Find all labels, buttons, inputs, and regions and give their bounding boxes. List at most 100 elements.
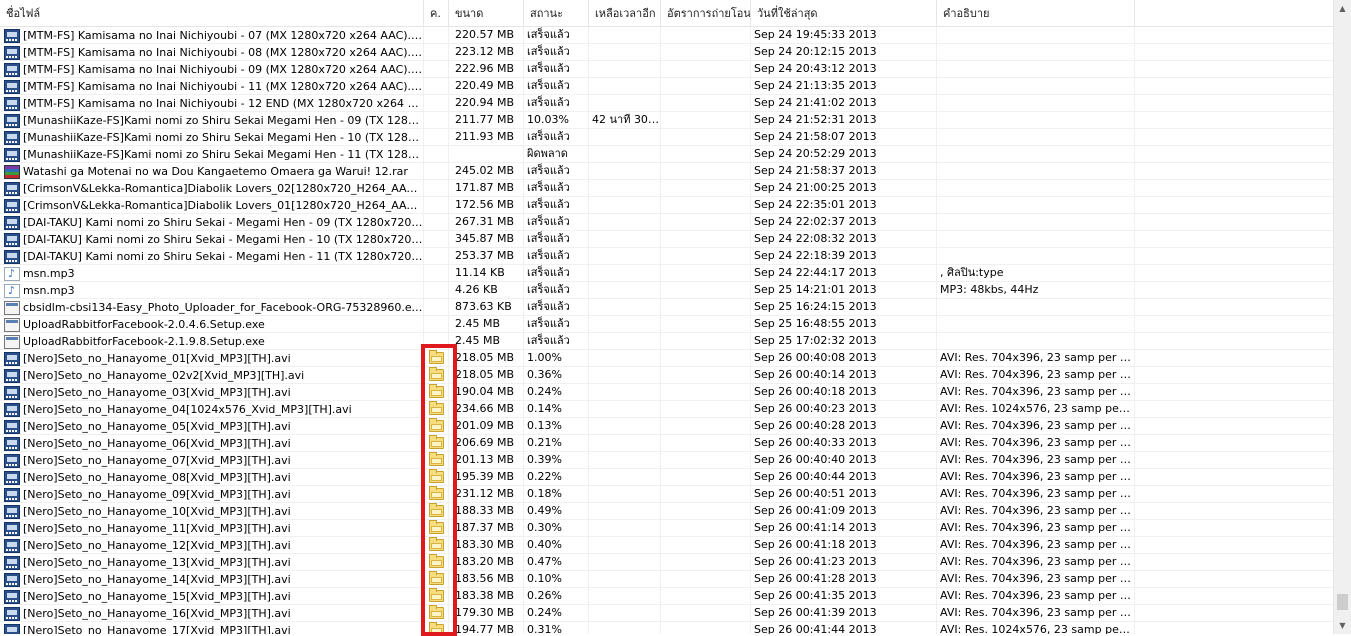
file-name-cell[interactable]: [DAI-TAKU] Kami nomi zo Shiru Sekai - Me… [0, 231, 424, 248]
scroll-thumb[interactable] [1337, 594, 1348, 610]
table-row[interactable]: [Nero]Seto_no_Hanayome_09[Xvid_MP3][TH].… [0, 486, 1333, 503]
table-row[interactable]: [CrimsonV&Lekka-Romantica]Diabolik Lover… [0, 180, 1333, 197]
table-row[interactable]: [Nero]Seto_no_Hanayome_06[Xvid_MP3][TH].… [0, 435, 1333, 452]
table-row[interactable]: UploadRabbitforFacebook-2.0.4.6.Setup.ex… [0, 316, 1333, 333]
table-row[interactable]: msn.mp3 11.14 KBเสร็จแล้ว Sep 24 22:44:17 … [0, 265, 1333, 282]
file-name-cell[interactable]: [DAI-TAKU] Kami nomi zo Shiru Sekai - Me… [0, 248, 424, 265]
column-header-description[interactable]: คำอธิบาย [937, 0, 1135, 26]
table-row[interactable]: [Nero]Seto_no_Hanayome_02v2[Xvid_MP3][TH… [0, 367, 1333, 384]
column-header-last-used[interactable]: วันที่ใช้ล่าสุด [751, 0, 937, 26]
table-row[interactable]: [Nero]Seto_no_Hanayome_14[Xvid_MP3][TH].… [0, 571, 1333, 588]
column-header-transfer-rate[interactable]: อัตราการถ่ายโอน [661, 0, 751, 26]
file-name-cell[interactable]: [MTM-FS] Kamisama no Inai Nichiyoubi - 0… [0, 61, 424, 78]
table-row[interactable]: [MTM-FS] Kamisama no Inai Nichiyoubi - 1… [0, 78, 1333, 95]
file-name-cell[interactable]: [Nero]Seto_no_Hanayome_11[Xvid_MP3][TH].… [0, 520, 424, 537]
file-name: [DAI-TAKU] Kami nomi zo Shiru Sekai - Me… [23, 215, 423, 229]
scroll-down-arrow-icon[interactable]: ▼ [1334, 617, 1351, 634]
file-name-cell[interactable]: [Nero]Seto_no_Hanayome_10[Xvid_MP3][TH].… [0, 503, 424, 520]
column-header-category[interactable]: ค. [424, 0, 449, 26]
file-name-cell[interactable]: [DAI-TAKU] Kami nomi zo Shiru Sekai - Me… [0, 214, 424, 231]
column-header-name[interactable]: ชื่อไฟล์ [0, 0, 424, 26]
table-row[interactable]: [MTM-FS] Kamisama no Inai Nichiyoubi - 0… [0, 61, 1333, 78]
file-name-cell[interactable]: [Nero]Seto_no_Hanayome_07[Xvid_MP3][TH].… [0, 452, 424, 469]
file-name-cell[interactable]: [Nero]Seto_no_Hanayome_02v2[Xvid_MP3][TH… [0, 367, 424, 384]
transfer-rate [661, 571, 751, 588]
table-row[interactable]: [CrimsonV&Lekka-Romantica]Diabolik Lover… [0, 197, 1333, 214]
download-list[interactable]: ชื่อไฟล์ ค. ขนาด สถานะ เหลือเวลาอีก อัตร… [0, 0, 1333, 634]
file-name-cell[interactable]: UploadRabbitforFacebook-2.0.4.6.Setup.ex… [0, 316, 424, 333]
file-name-cell[interactable]: [Nero]Seto_no_Hanayome_17[Xvid_MP3][TH].… [0, 622, 424, 634]
table-row[interactable]: [Nero]Seto_no_Hanayome_05[Xvid_MP3][TH].… [0, 418, 1333, 435]
file-name-cell[interactable]: cbsidlm-cbsi134-Easy_Photo_Uploader_for_… [0, 299, 424, 316]
table-row[interactable]: [Nero]Seto_no_Hanayome_01[Xvid_MP3][TH].… [0, 350, 1333, 367]
table-row[interactable]: [MunashiiKaze-FS]Kami nomi zo Shiru Seka… [0, 146, 1333, 163]
file-name-cell[interactable]: [MunashiiKaze-FS]Kami nomi zo Shiru Seka… [0, 146, 424, 163]
table-row[interactable]: [Nero]Seto_no_Hanayome_11[Xvid_MP3][TH].… [0, 520, 1333, 537]
column-header-size[interactable]: ขนาด [449, 0, 524, 26]
file-name-cell[interactable]: [MTM-FS] Kamisama no Inai Nichiyoubi - 1… [0, 95, 424, 112]
table-row[interactable]: cbsidlm-cbsi134-Easy_Photo_Uploader_for_… [0, 299, 1333, 316]
file-name-cell[interactable]: [MTM-FS] Kamisama no Inai Nichiyoubi - 0… [0, 27, 424, 44]
file-name-cell[interactable]: [Nero]Seto_no_Hanayome_08[Xvid_MP3][TH].… [0, 469, 424, 486]
table-row[interactable]: [Nero]Seto_no_Hanayome_12[Xvid_MP3][TH].… [0, 537, 1333, 554]
table-row[interactable]: UploadRabbitforFacebook-2.1.9.8.Setup.ex… [0, 333, 1333, 350]
video-file-icon [4, 521, 20, 536]
download-status: เสร็จแล้ว [524, 299, 589, 316]
category-cell [424, 333, 449, 350]
table-row[interactable]: [Nero]Seto_no_Hanayome_03[Xvid_MP3][TH].… [0, 384, 1333, 401]
file-name-cell[interactable]: [MTM-FS] Kamisama no Inai Nichiyoubi - 0… [0, 44, 424, 61]
category-cell [424, 112, 449, 129]
table-row[interactable]: [Nero]Seto_no_Hanayome_10[Xvid_MP3][TH].… [0, 503, 1333, 520]
transfer-rate [661, 146, 751, 163]
file-name-cell[interactable]: [Nero]Seto_no_Hanayome_05[Xvid_MP3][TH].… [0, 418, 424, 435]
column-header-time-left[interactable]: เหลือเวลาอีก [589, 0, 661, 26]
file-description: MP3: 48kbs, 44Hz [937, 282, 1135, 299]
file-name-cell[interactable]: [MunashiiKaze-FS]Kami nomi zo Shiru Seka… [0, 129, 424, 146]
file-name-cell[interactable]: [Nero]Seto_no_Hanayome_13[Xvid_MP3][TH].… [0, 554, 424, 571]
scroll-up-arrow-icon[interactable]: ▲ [1334, 0, 1351, 17]
table-row[interactable]: [Nero]Seto_no_Hanayome_04[1024x576_Xvid_… [0, 401, 1333, 418]
file-name-cell[interactable]: [CrimsonV&Lekka-Romantica]Diabolik Lover… [0, 180, 424, 197]
file-name-cell[interactable]: [Nero]Seto_no_Hanayome_12[Xvid_MP3][TH].… [0, 537, 424, 554]
table-row[interactable]: [Nero]Seto_no_Hanayome_08[Xvid_MP3][TH].… [0, 469, 1333, 486]
row-filler [1135, 486, 1333, 503]
file-name-cell[interactable]: msn.mp3 [0, 265, 424, 282]
vertical-scrollbar[interactable]: ▲ ▼ [1333, 0, 1351, 634]
table-row[interactable]: [DAI-TAKU] Kami nomi zo Shiru Sekai - Me… [0, 214, 1333, 231]
table-row[interactable]: msn.mp3 4.26 KBเสร็จแล้ว Sep 25 14:21:01 2… [0, 282, 1333, 299]
table-row[interactable]: [Nero]Seto_no_Hanayome_07[Xvid_MP3][TH].… [0, 452, 1333, 469]
table-row[interactable]: [MunashiiKaze-FS]Kami nomi zo Shiru Seka… [0, 129, 1333, 146]
file-name-cell[interactable]: UploadRabbitforFacebook-2.1.9.8.Setup.ex… [0, 333, 424, 350]
table-row[interactable]: [MunashiiKaze-FS]Kami nomi zo Shiru Seka… [0, 112, 1333, 129]
file-name-cell[interactable]: [Nero]Seto_no_Hanayome_04[1024x576_Xvid_… [0, 401, 424, 418]
table-row[interactable]: [MTM-FS] Kamisama no Inai Nichiyoubi - 1… [0, 95, 1333, 112]
file-name-cell[interactable]: [Nero]Seto_no_Hanayome_03[Xvid_MP3][TH].… [0, 384, 424, 401]
file-size: 211.77 MB [449, 112, 524, 129]
file-name-cell[interactable]: msn.mp3 [0, 282, 424, 299]
file-name-cell[interactable]: [CrimsonV&Lekka-Romantica]Diabolik Lover… [0, 197, 424, 214]
table-row[interactable]: [Nero]Seto_no_Hanayome_16[Xvid_MP3][TH].… [0, 605, 1333, 622]
video-file-icon [4, 402, 20, 417]
time-left [589, 469, 661, 486]
file-name-cell[interactable]: [Nero]Seto_no_Hanayome_16[Xvid_MP3][TH].… [0, 605, 424, 622]
table-row[interactable]: [MTM-FS] Kamisama no Inai Nichiyoubi - 0… [0, 27, 1333, 44]
file-name-cell[interactable]: [Nero]Seto_no_Hanayome_14[Xvid_MP3][TH].… [0, 571, 424, 588]
file-name-cell[interactable]: [MunashiiKaze-FS]Kami nomi zo Shiru Seka… [0, 112, 424, 129]
file-name-cell[interactable]: [MTM-FS] Kamisama no Inai Nichiyoubi - 1… [0, 78, 424, 95]
file-name-cell[interactable]: [Nero]Seto_no_Hanayome_09[Xvid_MP3][TH].… [0, 486, 424, 503]
table-row[interactable]: [DAI-TAKU] Kami nomi zo Shiru Sekai - Me… [0, 248, 1333, 265]
table-row[interactable]: Watashi ga Motenai no wa Dou Kangaetemo … [0, 163, 1333, 180]
file-name-cell[interactable]: [Nero]Seto_no_Hanayome_06[Xvid_MP3][TH].… [0, 435, 424, 452]
audio-file-icon [4, 266, 20, 282]
last-used-date: Sep 26 00:40:08 2013 [751, 350, 937, 367]
table-row[interactable]: [MTM-FS] Kamisama no Inai Nichiyoubi - 0… [0, 44, 1333, 61]
file-name-cell[interactable]: [Nero]Seto_no_Hanayome_15[Xvid_MP3][TH].… [0, 588, 424, 605]
table-row[interactable]: [Nero]Seto_no_Hanayome_15[Xvid_MP3][TH].… [0, 588, 1333, 605]
table-row[interactable]: [Nero]Seto_no_Hanayome_13[Xvid_MP3][TH].… [0, 554, 1333, 571]
column-header-status[interactable]: สถานะ [524, 0, 589, 26]
table-row[interactable]: [DAI-TAKU] Kami nomi zo Shiru Sekai - Me… [0, 231, 1333, 248]
table-row[interactable]: [Nero]Seto_no_Hanayome_17[Xvid_MP3][TH].… [0, 622, 1333, 634]
download-status: 0.47% [524, 554, 589, 571]
file-name-cell[interactable]: [Nero]Seto_no_Hanayome_01[Xvid_MP3][TH].… [0, 350, 424, 367]
file-name-cell[interactable]: Watashi ga Motenai no wa Dou Kangaetemo … [0, 163, 424, 180]
